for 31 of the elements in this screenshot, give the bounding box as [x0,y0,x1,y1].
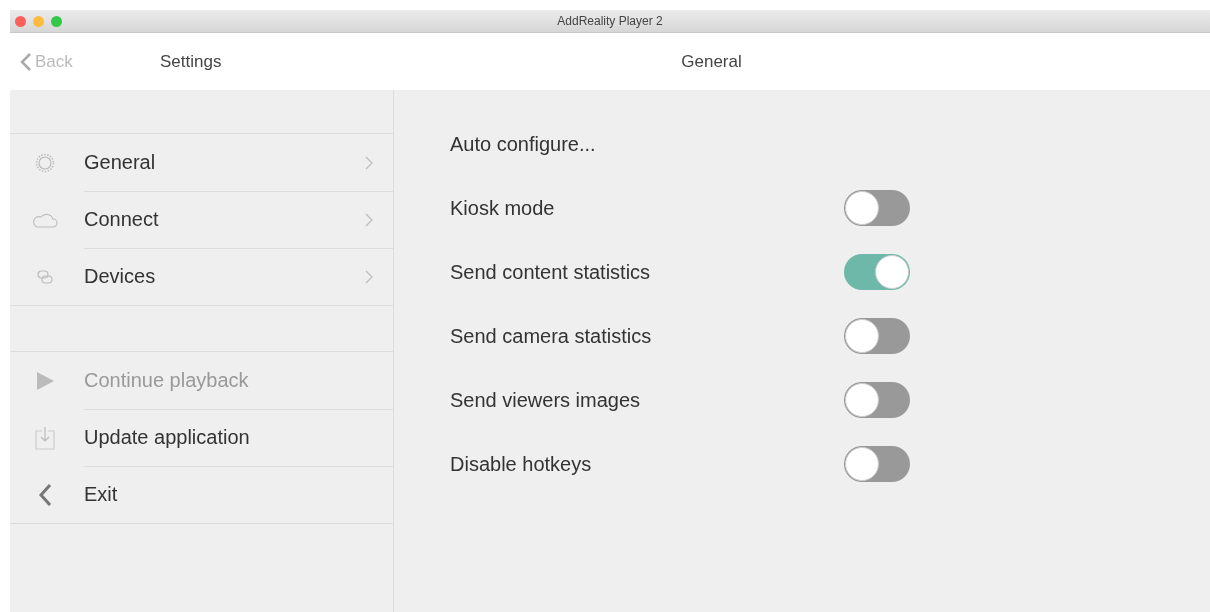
chevron-right-icon [365,212,373,227]
chevron-right-icon [365,155,373,170]
setting-label: Disable hotkeys [450,452,592,476]
setting-label: Send content statistics [450,260,651,284]
toggle-switch[interactable] [844,190,910,226]
chevron-left-icon [20,51,32,72]
sidebar-item[interactable]: Update application [10,409,393,466]
toggle-switch[interactable] [844,254,910,290]
setting-label: Send viewers images [450,388,641,412]
setting-label: Kiosk mode [450,196,555,220]
chevron-right-icon [365,269,373,284]
chevron-left-icon [38,482,52,507]
download-icon [35,425,55,450]
toggle-switch[interactable] [844,382,910,418]
sidebar-item[interactable]: Exit [10,466,393,523]
toggle-switch[interactable] [844,446,910,482]
page-title: General [680,51,743,72]
cloud-icon [32,211,58,228]
sidebar-item[interactable]: Connect [10,191,393,248]
auto-configure-button[interactable]: Auto configure... [450,132,596,156]
setting-label: Send camera statistics [450,324,652,348]
close-button[interactable] [15,15,26,27]
zoom-button[interactable] [51,15,62,27]
sidebar-item[interactable]: General [10,134,393,191]
gear-icon [35,152,55,173]
window-title: AddReality Player 2 [557,14,663,28]
sidebar-item[interactable]: Devices [10,248,393,305]
toggle-switch[interactable] [844,318,910,354]
sidebar-title: Settings [160,51,222,72]
link-icon [37,269,53,284]
play-icon [35,370,55,391]
